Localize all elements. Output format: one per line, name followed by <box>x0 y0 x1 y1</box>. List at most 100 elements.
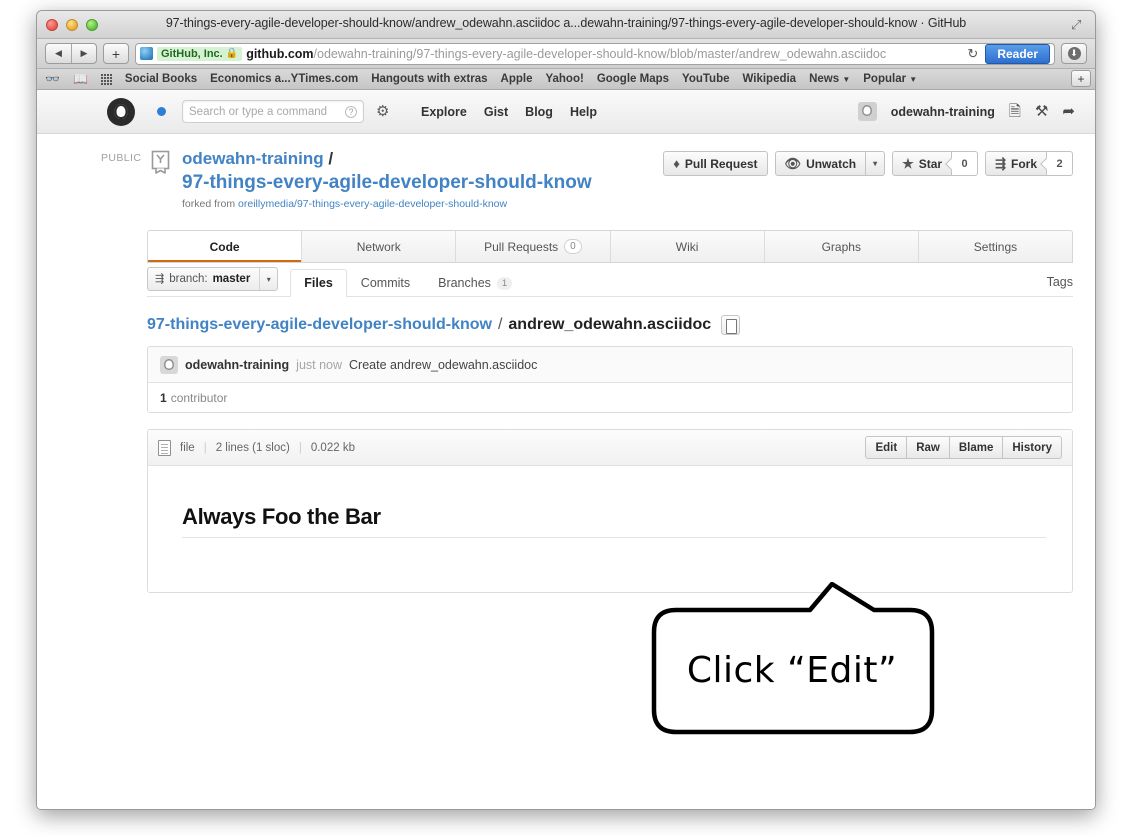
create-new-repo-icon[interactable]: 🗎 <box>1009 104 1021 119</box>
nav-explore[interactable]: Explore <box>421 105 467 119</box>
tools-icon[interactable]: ⚒ <box>1035 104 1048 119</box>
reader-button[interactable]: Reader <box>985 43 1050 64</box>
contributors-row[interactable]: 1 contributor <box>148 383 1072 412</box>
browser-titlebar: 97-things-every-agile-developer-should-k… <box>37 11 1095 39</box>
fork-label: Fork <box>1010 156 1037 171</box>
lock-icon: 🔒 <box>225 48 239 59</box>
back-button[interactable]: ◀ <box>46 44 71 63</box>
history-button[interactable]: History <box>1003 436 1062 459</box>
ev-certificate-badge[interactable]: GitHub, Inc. 🔒 <box>157 46 243 61</box>
bookmarks-bar: 👓 📖 Social Books Economics a...YTimes.co… <box>37 69 1095 90</box>
unwatch-button[interactable]: 👁 Unwatch <box>774 151 867 176</box>
forked-from-prefix: forked from <box>182 198 236 210</box>
file-breadcrumb: 97-things-every-agile-developer-should-k… <box>147 315 1073 335</box>
raw-button[interactable]: Raw <box>907 436 950 459</box>
github-logo-icon[interactable] <box>107 97 135 126</box>
add-bookmark-button[interactable]: + <box>1071 70 1091 87</box>
breadcrumb-filename: andrew_odewahn.asciidoc <box>508 316 712 333</box>
bookmark-item[interactable]: Economics a...YTimes.com <box>210 73 358 85</box>
username-link[interactable]: odewahn-training <box>891 105 995 119</box>
commit-message[interactable]: Create andrew_odewahn.asciidoc <box>349 358 537 372</box>
help-circle-icon[interactable]: ? <box>345 105 357 118</box>
subnav-tabs: Files Commits Branches 1 <box>290 269 526 297</box>
download-icon: ⬇ <box>1067 47 1081 60</box>
branch-prefix: branch: <box>169 273 208 285</box>
bookmarks-book-icon[interactable]: 📖 <box>73 72 88 86</box>
star-icon: ★ <box>902 156 914 171</box>
bookmark-item[interactable]: YouTube <box>682 73 729 85</box>
file-meta-bar: file | 2 lines (1 sloc) | 0.022 kb Edit … <box>148 430 1072 466</box>
file-action-buttons: Edit Raw Blame History <box>865 436 1062 459</box>
pull-request-button[interactable]: ♦ Pull Request <box>663 151 768 176</box>
repository-owner-link[interactable]: odewahn-training <box>182 149 324 168</box>
bookmark-item[interactable]: Social Books <box>125 73 197 85</box>
commit-row: odewahn-training just now Create andrew_… <box>148 347 1072 383</box>
nav-gist[interactable]: Gist <box>484 105 508 119</box>
bookmark-item[interactable]: Hangouts with extras <box>371 73 487 85</box>
window-title: 97-things-every-agile-developer-should-k… <box>165 16 967 30</box>
fork-button[interactable]: ⇶ Fork <box>985 151 1047 176</box>
top-sites-grid-icon[interactable] <box>100 73 112 85</box>
reload-icon[interactable]: ↻ <box>964 46 981 62</box>
new-tab-button[interactable]: + <box>103 43 129 64</box>
fork-icon: ⇶ <box>995 156 1006 171</box>
bookmark-item[interactable]: Google Maps <box>597 73 669 85</box>
avatar[interactable] <box>857 102 877 121</box>
blame-button[interactable]: Blame <box>949 436 1004 459</box>
forked-from-link[interactable]: oreillymedia/97-things-every-agile-devel… <box>238 198 507 210</box>
breadcrumb-repo-link[interactable]: 97-things-every-agile-developer-should-k… <box>147 316 492 334</box>
meta-divider: | <box>203 441 207 454</box>
fork-group: ⇶ Fork 2 <box>985 151 1073 176</box>
downloads-button[interactable]: ⬇ <box>1061 43 1087 64</box>
address-bar[interactable]: GitHub, Inc. 🔒 github.com/odewahn-traini… <box>135 42 1055 65</box>
subnav-branches[interactable]: Branches 1 <box>424 269 526 296</box>
file-icon <box>158 439 171 456</box>
tab-network[interactable]: Network <box>302 231 457 262</box>
logout-icon[interactable]: ➦ <box>1062 104 1075 119</box>
site-favicon-icon <box>140 47 153 60</box>
github-main-nav: Explore Gist Blog Help <box>421 105 597 119</box>
tab-code[interactable]: Code <box>148 231 303 262</box>
forked-from-note: forked from oreillymedia/97-things-every… <box>182 198 1075 210</box>
subnav-files[interactable]: Files <box>290 269 347 297</box>
tab-wiki[interactable]: Wiki <box>611 231 765 262</box>
subnav-commits[interactable]: Commits <box>347 269 424 296</box>
bookmark-item[interactable]: News ▼ <box>809 73 850 85</box>
search-input[interactable]: Search or type a command ? <box>182 100 364 123</box>
commit-author-link[interactable]: odewahn-training <box>185 358 289 372</box>
nav-blog[interactable]: Blog <box>525 105 553 119</box>
bookmark-item[interactable]: Wikipedia <box>743 73 797 85</box>
forward-button[interactable]: ▶ <box>71 44 96 63</box>
breadcrumb-separator: / <box>497 316 503 333</box>
star-button[interactable]: ★ Star <box>892 151 953 176</box>
fullscreen-icon[interactable]: ⤢ <box>1071 18 1085 32</box>
edit-button[interactable]: Edit <box>865 436 908 459</box>
gear-icon[interactable]: ⚙ <box>376 104 391 119</box>
bookmark-item[interactable]: Yahoo! <box>545 73 583 85</box>
unwatch-dropdown-button[interactable]: ▾ <box>866 151 886 176</box>
tab-graphs[interactable]: Graphs <box>765 231 919 262</box>
copy-path-icon[interactable] <box>721 315 741 335</box>
contributor-count: 1 <box>160 390 167 405</box>
tab-label: Graphs <box>821 239 861 254</box>
branch-name: master <box>212 273 251 285</box>
browser-window: 97-things-every-agile-developer-should-k… <box>36 10 1096 810</box>
fork-count[interactable]: 2 <box>1047 151 1073 176</box>
star-count[interactable]: 0 <box>952 151 979 176</box>
tab-settings[interactable]: Settings <box>919 231 1072 262</box>
notification-dot-icon[interactable] <box>157 107 166 116</box>
bookmark-label: Popular <box>863 73 907 85</box>
bookmark-item[interactable]: Popular ▼ <box>863 73 917 85</box>
tab-label: Settings <box>973 239 1018 254</box>
branch-icon: ⇶ <box>155 272 165 285</box>
tags-link[interactable]: Tags <box>1047 275 1073 289</box>
nav-help[interactable]: Help <box>570 105 597 119</box>
tab-pull-requests[interactable]: Pull Requests 0 <box>456 231 611 262</box>
branch-selector[interactable]: ⇶ branch: master ▾ <box>147 267 279 291</box>
bookmark-item[interactable]: Apple <box>501 73 533 85</box>
avatar[interactable] <box>160 355 178 374</box>
pull-request-label: Pull Request <box>684 156 758 171</box>
contributor-label: contributor <box>170 390 228 405</box>
file-size: 0.022 kb <box>310 441 355 454</box>
reading-list-icon[interactable]: 👓 <box>45 72 60 86</box>
